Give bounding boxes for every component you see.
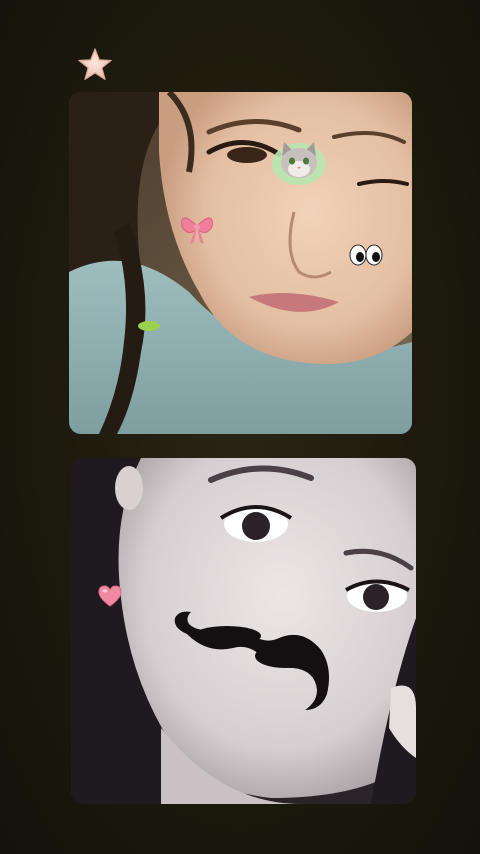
cat-icon <box>272 142 326 185</box>
mustache-icon <box>174 611 329 710</box>
eyes-icon <box>349 244 383 266</box>
star-icon <box>78 48 112 81</box>
photo-bottom <box>71 458 416 804</box>
photo-top <box>69 92 412 434</box>
bow-icon <box>181 217 213 244</box>
heart-icon <box>98 585 122 607</box>
photo-collage-canvas <box>0 0 480 854</box>
